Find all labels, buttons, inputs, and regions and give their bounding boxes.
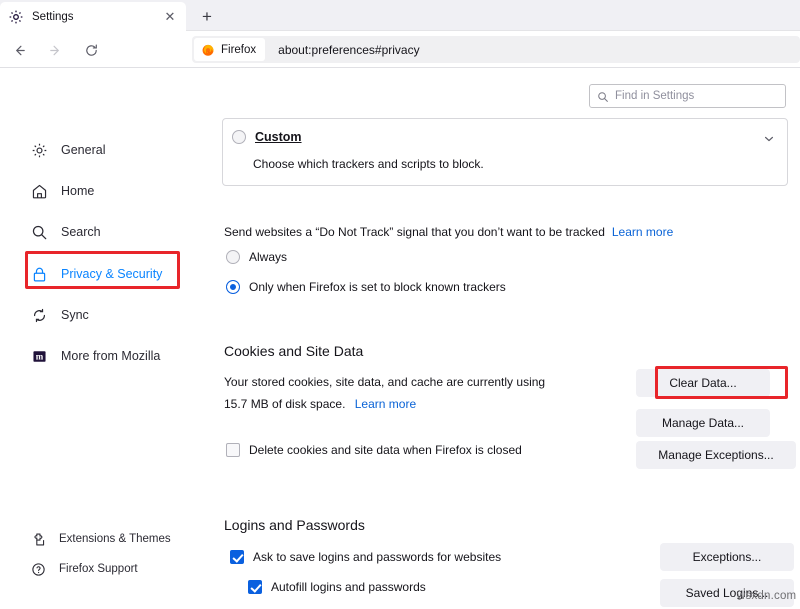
do-not-track-text: Send websites a “Do Not Track” signal th… [224,225,605,239]
back-arrow-icon[interactable] [8,39,30,61]
mozilla-m-icon: m [30,347,48,365]
autofill-logins-checkbox[interactable] [248,580,262,594]
new-tab-button[interactable]: + [194,4,220,28]
sidebar-item-label: Firefox Support [59,563,138,575]
ask-to-save-logins-label: Ask to save logins and passwords for web… [253,550,501,564]
sidebar-item-label: Home [61,184,94,198]
firefox-settings-window: Settings ✕ + [0,0,800,609]
gear-icon [30,141,48,159]
identity-label: Firefox [221,44,256,56]
custom-panel-description: Choose which trackers and scripts to blo… [253,157,484,171]
sidebar-item-general[interactable]: General [30,137,105,163]
gear-icon [8,9,24,25]
sync-icon [30,306,48,324]
identity-box[interactable]: Firefox [194,38,265,61]
close-icon[interactable]: ✕ [162,9,178,25]
tab-strip: Settings ✕ + [0,0,800,31]
dnt-always-label: Always [249,250,287,264]
custom-tracking-panel[interactable]: Custom Choose which trackers and scripts… [222,118,788,186]
manage-data-button[interactable]: Manage Data... [636,409,770,437]
puzzle-icon [30,531,46,547]
sidebar-item-extensions-themes[interactable]: Extensions & Themes [30,526,171,552]
tab-settings[interactable]: Settings ✕ [0,2,186,31]
cookies-description-line2: disk space. [285,397,345,411]
do-not-track-learn-more-link[interactable]: Learn more [612,225,673,239]
watermark: wsxdn.com [737,590,796,602]
logins-exceptions-button[interactable]: Exceptions... [660,543,794,571]
autofill-logins-row[interactable]: Autofill logins and passwords [248,580,426,594]
lock-icon [30,265,48,283]
sidebar-item-home[interactable]: Home [30,178,94,204]
sidebar-item-more-from-mozilla[interactable]: m More from Mozilla [30,343,160,369]
svg-text:m: m [35,351,43,361]
clear-data-button[interactable]: Clear Data... [636,369,770,397]
ask-to-save-logins-checkbox[interactable] [230,550,244,564]
sidebar-item-label: Search [61,225,101,239]
dnt-only-when-blocking-radio[interactable] [226,280,240,294]
settings-sidebar: General Home Search [0,68,220,609]
firefox-logo-icon [201,43,215,57]
dnt-only-when-blocking-label: Only when Firefox is set to block known … [249,280,506,294]
reload-icon[interactable] [80,39,102,61]
custom-radio[interactable] [232,130,246,144]
sidebar-item-sync[interactable]: Sync [30,302,89,328]
ask-to-save-logins-row[interactable]: Ask to save logins and passwords for web… [230,550,501,564]
url-bar[interactable]: Firefox about:preferences#privacy [192,36,800,63]
home-icon [30,182,48,200]
sidebar-item-label: General [61,143,105,157]
custom-radio-row[interactable]: Custom [232,130,302,144]
sidebar-item-privacy-security[interactable]: Privacy & Security [30,261,162,287]
question-circle-icon [30,561,46,577]
delete-cookies-on-close-row[interactable]: Delete cookies and site data when Firefo… [226,443,522,457]
autofill-logins-label: Autofill logins and passwords [271,580,426,594]
sidebar-item-label: Privacy & Security [61,267,162,281]
do-not-track-text-row: Send websites a “Do Not Track” signal th… [224,225,673,239]
custom-panel-title: Custom [255,130,302,144]
sidebar-item-search[interactable]: Search [30,219,101,245]
url-text: about:preferences#privacy [278,43,419,57]
manage-exceptions-button[interactable]: Manage Exceptions... [636,441,796,469]
delete-cookies-on-close-label: Delete cookies and site data when Firefo… [249,443,522,457]
chevron-down-icon[interactable] [763,132,775,144]
forward-arrow-icon [44,39,66,61]
dnt-option-only-when-blocking[interactable]: Only when Firefox is set to block known … [226,280,506,294]
navigation-toolbar: Firefox about:preferences#privacy [0,31,800,68]
logins-heading: Logins and Passwords [224,517,365,533]
cookies-heading: Cookies and Site Data [224,343,363,359]
cookies-learn-more-link[interactable]: Learn more [355,397,416,411]
sidebar-item-label: More from Mozilla [61,349,160,363]
search-icon [30,223,48,241]
settings-content: Custom Choose which trackers and scripts… [222,68,800,609]
delete-cookies-on-close-checkbox[interactable] [226,443,240,457]
sidebar-item-label: Sync [61,308,89,322]
sidebar-item-label: Extensions & Themes [59,533,171,545]
dnt-always-radio[interactable] [226,250,240,264]
dnt-option-always[interactable]: Always [226,250,287,264]
sidebar-item-firefox-support[interactable]: Firefox Support [30,556,138,582]
tab-title: Settings [32,11,162,23]
